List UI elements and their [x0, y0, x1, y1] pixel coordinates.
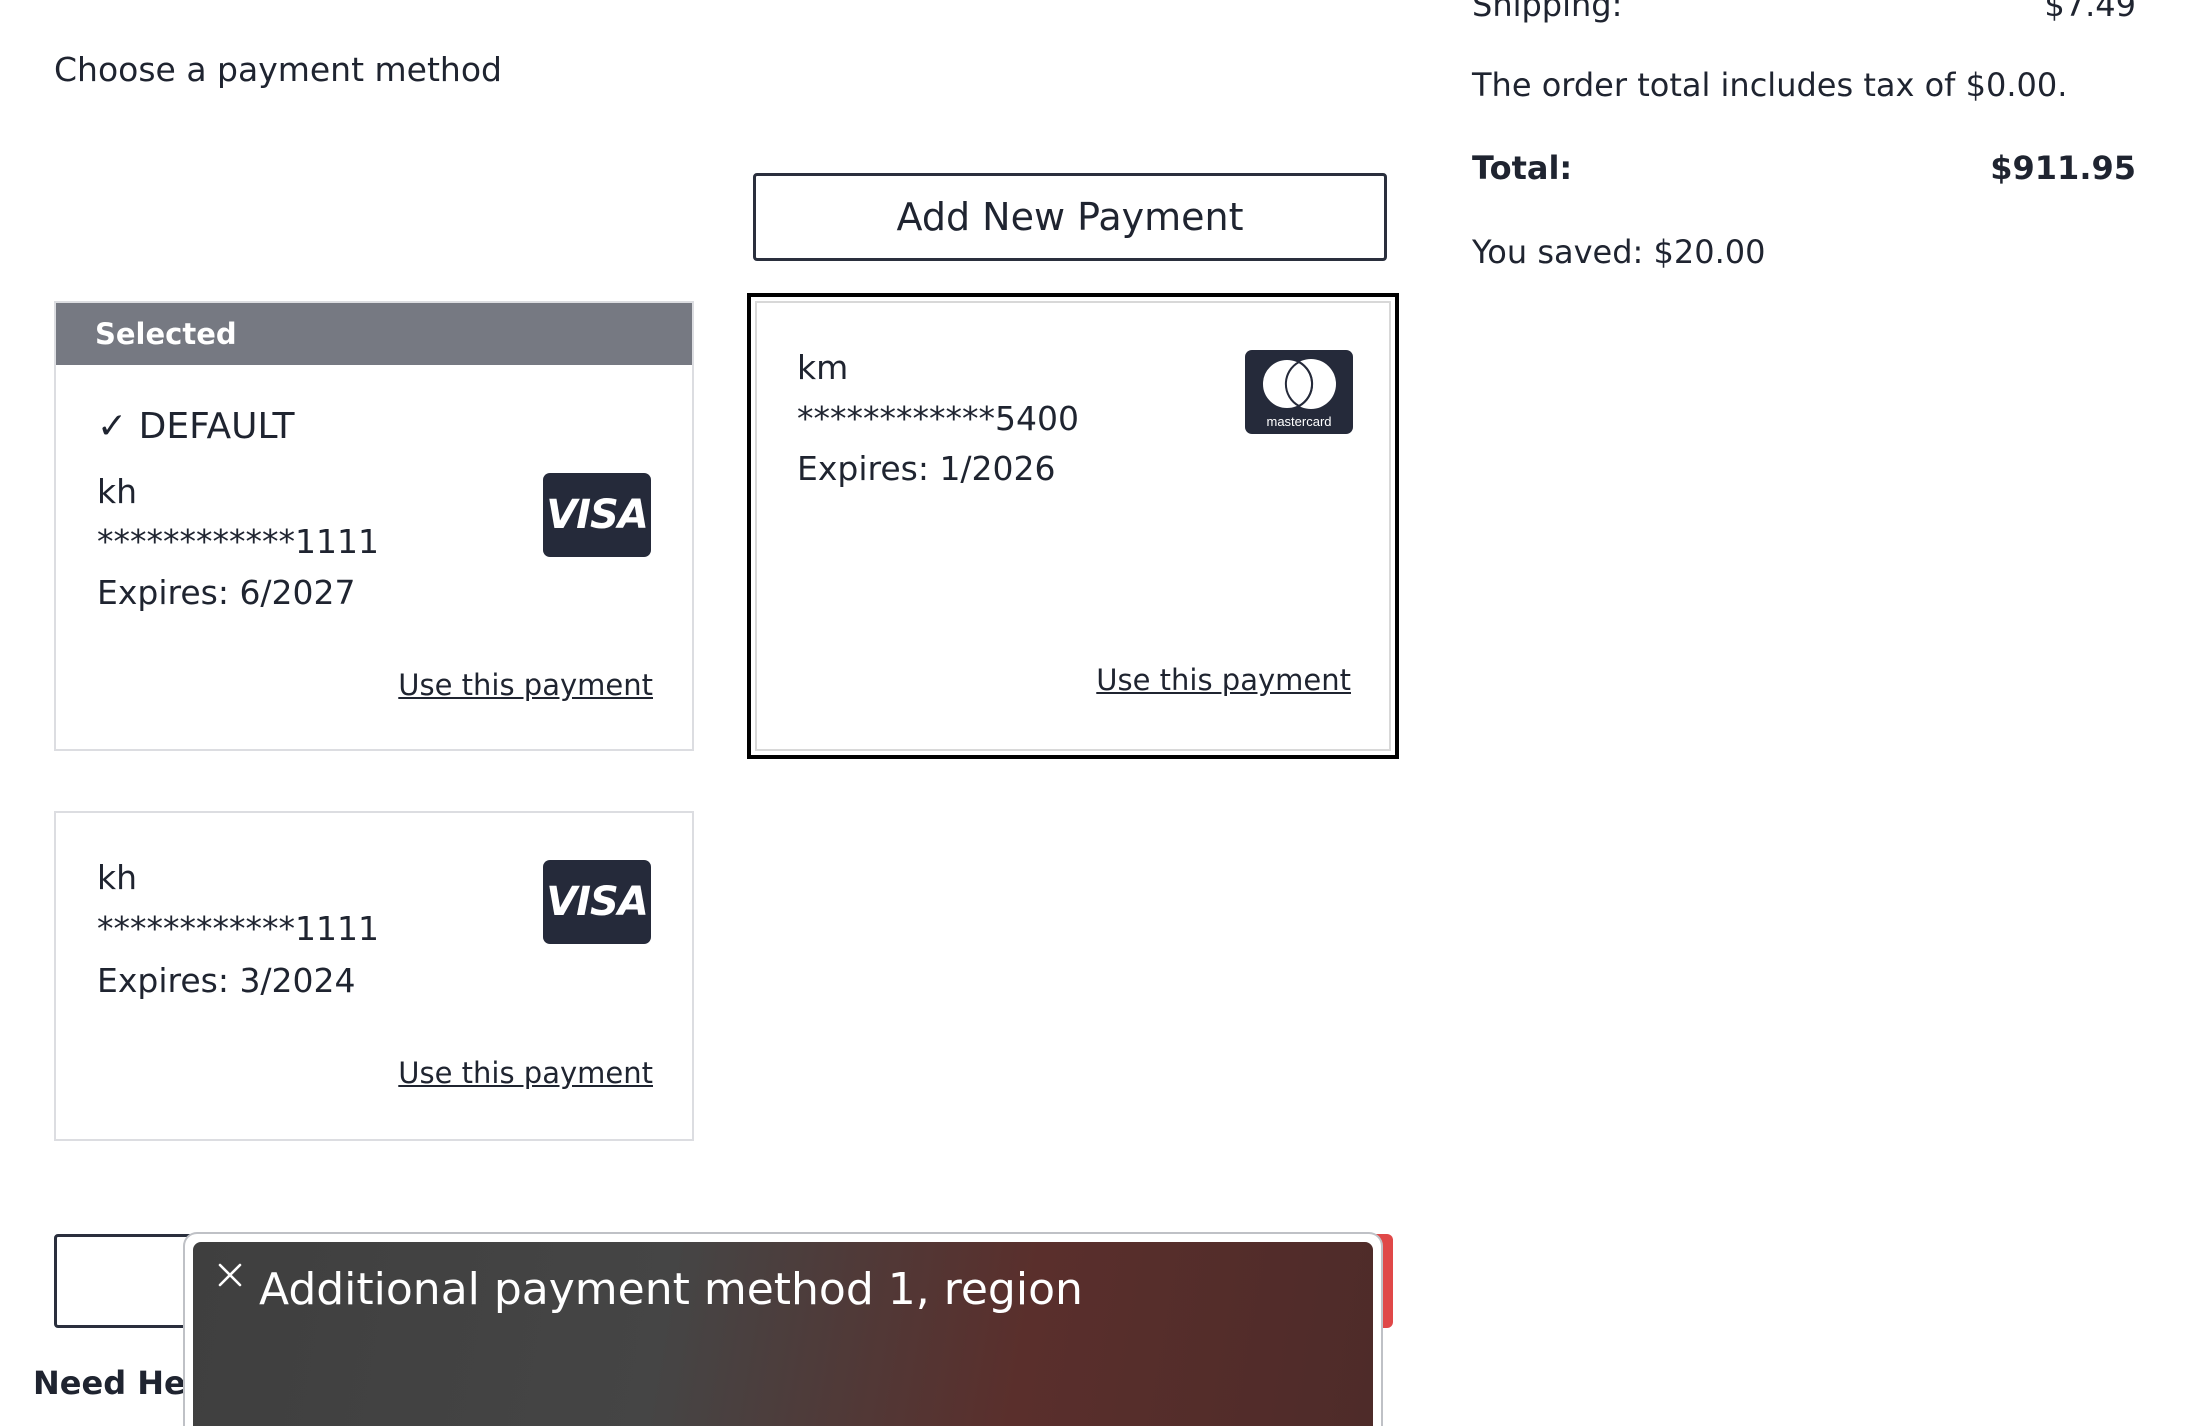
shipping-row: Shipping: $7.49 — [1472, 0, 2136, 24]
close-icon[interactable] — [215, 1260, 245, 1290]
payment-section-title: Choose a payment method — [54, 50, 502, 89]
use-this-payment-link[interactable]: Use this payment — [398, 1056, 653, 1090]
total-row: Total: $911.95 — [1472, 149, 2136, 187]
region-overlay-title: Additional payment method 1, region — [259, 1264, 1083, 1315]
payment-card-mastercard: km ************5400 Expires: 1/2026 mast… — [747, 293, 1399, 759]
use-this-payment-link[interactable]: Use this payment — [398, 668, 653, 702]
region-overlay-panel: Additional payment method 1, region — [193, 1242, 1373, 1426]
tax-note: The order total includes tax of $0.00. — [1472, 66, 2068, 104]
cardholder-name: km — [797, 348, 849, 387]
card-number: ************5400 — [797, 399, 1079, 438]
payment-card-selected: Selected ✓ DEFAULT kh ************1111 E… — [54, 301, 694, 751]
use-this-payment-link[interactable]: Use this payment — [1096, 663, 1351, 697]
card-number: ************1111 — [97, 522, 379, 561]
region-overlay: Additional payment method 1, region — [183, 1232, 1383, 1426]
shipping-label: Shipping: — [1472, 0, 1623, 24]
add-new-payment-button[interactable]: Add New Payment — [753, 173, 1387, 261]
visa-logo-icon: VISA — [543, 473, 651, 557]
card-expiry: Expires: 3/2024 — [97, 961, 356, 1000]
mastercard-circles-icon — [1261, 357, 1336, 410]
payment-card-visa-2: kh ************1111 Expires: 3/2024 VISA… — [54, 811, 694, 1141]
total-value: $911.95 — [1990, 149, 2136, 187]
brand-text: VISA — [546, 879, 649, 925]
cardholder-name: kh — [97, 472, 138, 511]
shipping-value: $7.49 — [2044, 0, 2136, 24]
brand-text: mastercard — [1266, 413, 1332, 429]
brand-text: VISA — [546, 492, 649, 538]
back-button[interactable] — [54, 1234, 204, 1328]
default-label: ✓ DEFAULT — [97, 406, 295, 447]
total-label: Total: — [1472, 149, 1573, 187]
mastercard-logo-icon: mastercard — [1245, 350, 1353, 434]
visa-logo-icon: VISA — [543, 860, 651, 944]
card-expiry: Expires: 6/2027 — [97, 573, 356, 612]
saved-amount: You saved: $20.00 — [1472, 233, 1766, 271]
card-number: ************1111 — [97, 909, 379, 948]
cardholder-name: kh — [97, 858, 138, 897]
card-expiry: Expires: 1/2026 — [797, 449, 1056, 488]
selected-ribbon: Selected — [56, 303, 692, 365]
